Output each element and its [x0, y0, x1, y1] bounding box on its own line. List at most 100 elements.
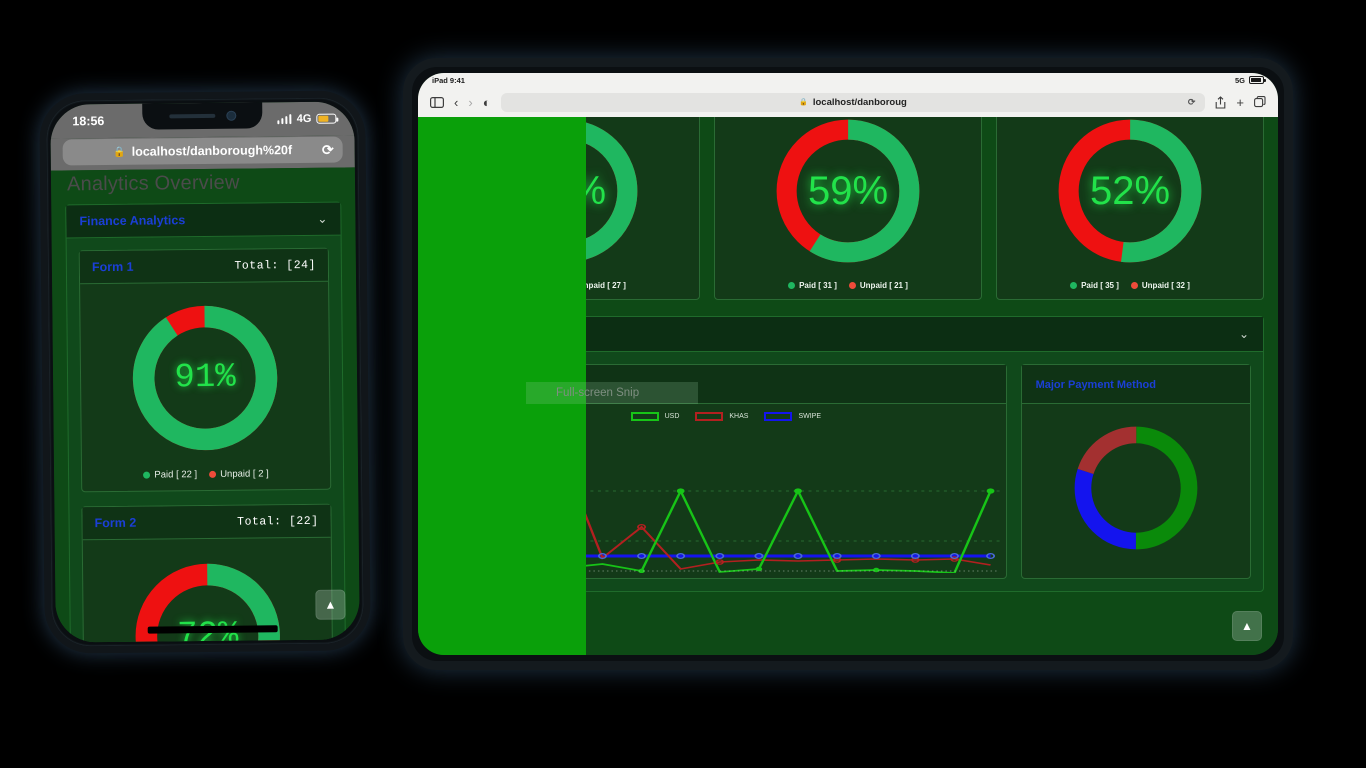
paid-unpaid-donut-chart: 91% [123, 296, 287, 460]
legend-item-swipe: SWIPE [764, 412, 821, 421]
chevron-right-icon[interactable]: › [468, 95, 472, 110]
major-payment-method-card: Major Payment Method [1020, 364, 1251, 579]
screenshot-stage: 18:56 4G 🔒 localhost/danborough%20f ⟳ An… [0, 0, 1366, 768]
phone-clock: 18:56 [72, 114, 105, 129]
legend-item-unpaid: Unpaid [ 2 ] [209, 468, 269, 480]
donut-percent-label: 52% [1089, 168, 1171, 213]
chevron-left-icon[interactable]: ‹ [454, 95, 458, 110]
phone-status-right: 4G [277, 112, 337, 126]
form-title: Form 1 [91, 259, 134, 275]
legend-item-unpaid: Unpaid [ 21 ] [848, 281, 908, 290]
reload-icon[interactable]: ⟳ [322, 141, 334, 158]
finance-analytics-title: Finance Analytics [79, 213, 186, 229]
legend-swatch-swipe [764, 412, 793, 421]
legend-label-unpaid: Unpaid [ 2 ] [220, 468, 269, 480]
legend-item-paid: Paid [ 31 ] [788, 281, 837, 290]
form-total: Total: [24] [234, 258, 316, 273]
major-payment-method-header: Major Payment Method [1021, 365, 1250, 404]
tabs-icon[interactable] [1254, 96, 1266, 108]
donut-card: 59% Paid [ 31 ] Unpaid [ 21 ] [714, 117, 982, 300]
donut-legend: Paid [ 31 ] Unpaid [ 21 ] [788, 281, 908, 290]
share-icon[interactable] [1215, 95, 1226, 109]
sidebar-toggle-icon[interactable] [430, 96, 444, 108]
legend-label-paid: Paid [ 31 ] [799, 281, 837, 290]
plus-icon[interactable]: + [1236, 95, 1244, 110]
finance-analytics-header[interactable]: Finance Analytics ⌄ [66, 202, 341, 239]
phone-browser-toolbar: 🔒 localhost/danborough%20f ⟳ [50, 135, 355, 171]
legend-item-paid: Paid [ 22 ] [143, 469, 197, 481]
donut-card: 52% Paid [ 35 ] Unpaid [ 32 ] [996, 117, 1264, 300]
finance-analytics-panel: Finance Analytics ⌄ Form 1 Total: [24] 9… [65, 201, 347, 643]
legend-label-unpaid: Unpaid [ 21 ] [859, 281, 908, 290]
legend-item-usd: USD [630, 412, 680, 421]
phone-url-text: localhost/danborough%20f [131, 143, 293, 159]
phone-speaker [169, 113, 216, 119]
legend-swatch-usd [630, 412, 659, 421]
phone-device-mockup: 18:56 4G 🔒 localhost/danborough%20f ⟳ An… [39, 90, 371, 654]
scroll-to-top-button[interactable]: ▲ [1232, 611, 1262, 641]
tablet-status-right: 5G [1234, 75, 1266, 85]
paid-unpaid-donut-chart: 59% [767, 117, 929, 272]
donut-legend: Paid [ 22 ] Unpaid [ 2 ] [143, 468, 269, 481]
tablet-status-bar: iPad 9:41 5G [418, 73, 1278, 87]
tablet-address-bar[interactable]: 🔒 localhost/danboroug ⟳ [500, 92, 1206, 112]
paid-unpaid-donut-chart: 52% [1049, 117, 1211, 272]
phone-camera-icon [227, 111, 236, 120]
phone-screen: 18:56 4G 🔒 localhost/danborough%20f ⟳ An… [50, 101, 360, 643]
legend-label-khas: KHAS [729, 413, 749, 420]
tablet-page-content: Full-screen Snip 50% [418, 117, 1278, 655]
legend-item-paid: Paid [ 35 ] [1070, 281, 1119, 290]
donut-percent-label: 59% [807, 168, 889, 213]
legend-dot-unpaid [1130, 282, 1138, 289]
phone-notch [142, 102, 263, 130]
chevron-up-icon: ▲ [324, 597, 337, 612]
battery-icon [1249, 76, 1266, 84]
home-indicator-bar [147, 625, 278, 634]
signal-bars-icon [277, 114, 292, 125]
scroll-to-top-button[interactable]: ▲ [315, 589, 346, 620]
chevron-down-icon[interactable]: ⌄ [317, 212, 327, 226]
battery-icon [316, 113, 337, 124]
phone-page-content: Analytics Overview Finance Analytics ⌄ F… [50, 167, 360, 643]
tablet-url-text: localhost/danboroug [812, 96, 907, 108]
chevron-down-icon[interactable]: ⌄ [1239, 327, 1249, 341]
donut-legend: Paid [ 35 ] Unpaid [ 32 ] [1070, 281, 1190, 290]
page-title: Analytics Overview [66, 171, 240, 196]
legend-dot-paid [1070, 282, 1078, 289]
legend-label-paid: Paid [ 35 ] [1081, 281, 1119, 290]
form-card: Form 1 Total: [24] 91% Paid [22] Unpai… [78, 247, 332, 493]
legend-label-unpaid: Unpaid [ 32 ] [1141, 281, 1190, 290]
tablet-browser-toolbar: ‹ › ◐ 🔒 localhost/danboroug ⟳ + [418, 87, 1278, 117]
major-donut-svg [1074, 426, 1198, 550]
major-payment-method-title: Major Payment Method [1035, 379, 1156, 391]
legend-dot-paid [143, 471, 151, 479]
donut-percent-label: 91% [174, 358, 236, 398]
finance-analytics-body: Form 1 Total: [24] 91% Paid [22] Unpai… [67, 236, 346, 643]
legend-label-swipe: SWIPE [798, 413, 821, 420]
form-card-header: Form 1 Total: [24] [79, 248, 329, 285]
phone-status-bar: 18:56 4G [50, 101, 355, 139]
major-payment-method-chart [1022, 404, 1250, 558]
legend-swatch-khas [695, 412, 724, 421]
phone-address-bar[interactable]: 🔒 localhost/danborough%20f ⟳ [62, 136, 343, 166]
chevron-up-icon: ▲ [1241, 619, 1253, 633]
tablet-device-clock: iPad 9:41 [432, 75, 465, 85]
snip-tooltip-label: Full-screen Snip [556, 387, 640, 399]
reload-icon[interactable]: ⟳ [1188, 97, 1196, 108]
legend-item-khas: KHAS [695, 412, 748, 421]
tablet-device-mockup: iPad 9:41 5G ‹ › ◐ 🔒 localhost/danboroug… [403, 58, 1293, 670]
legend-label-paid: Paid [ 22 ] [154, 469, 198, 481]
khas-points [520, 455, 959, 567]
form-card-body: 91% Paid [ 22 ] Unpaid [ 2] [80, 282, 330, 492]
lock-icon: 🔒 [799, 99, 808, 106]
form-card: Form 2 Total: [22] 72% [81, 503, 334, 643]
phone-network-label: 4G [296, 112, 312, 126]
form-total: Total: [22] [237, 514, 319, 529]
legend-dot-unpaid [848, 282, 856, 289]
tablet-network-label: 5G [1234, 75, 1245, 85]
legend-dot-unpaid [209, 470, 217, 478]
legend-item-unpaid: Unpaid [ 32 ] [1130, 281, 1190, 290]
reader-mode-icon[interactable]: ◐ [483, 95, 491, 110]
legend-label-usd: USD [664, 413, 680, 420]
legend-dot-paid [788, 282, 796, 289]
